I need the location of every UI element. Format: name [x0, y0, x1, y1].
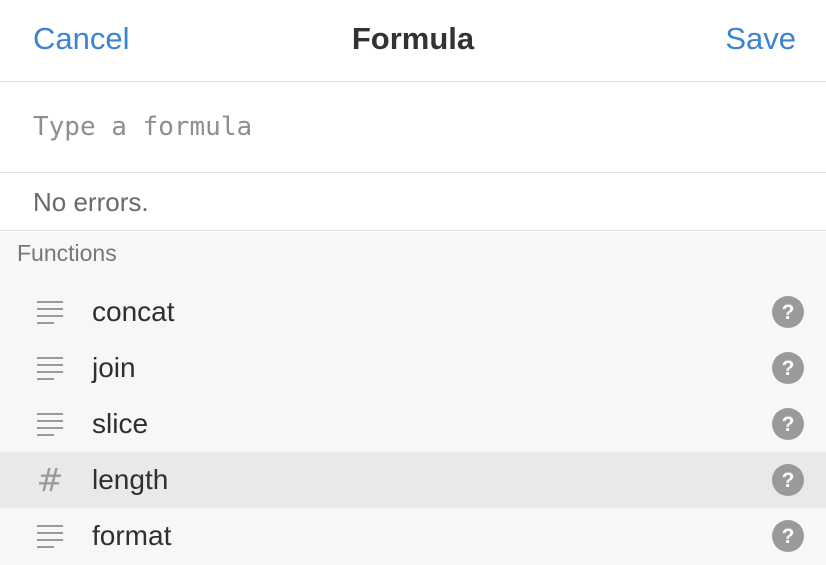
number-hash-icon: #: [36, 461, 64, 499]
cancel-button[interactable]: Cancel: [33, 21, 130, 57]
function-row-format[interactable]: format?: [0, 508, 826, 564]
save-button[interactable]: Save: [725, 21, 796, 57]
text-lines-icon: [36, 410, 64, 438]
svg-text:?: ?: [782, 525, 795, 548]
function-name: concat: [92, 296, 175, 327]
formula-editor: [0, 83, 826, 173]
function-name: join: [92, 352, 136, 383]
svg-text:?: ?: [782, 413, 795, 436]
function-row-slice[interactable]: slice?: [0, 396, 826, 452]
help-icon[interactable]: ?: [772, 352, 804, 384]
help-icon[interactable]: ?: [772, 296, 804, 328]
status-bar: No errors.: [0, 174, 826, 231]
text-lines-icon: [36, 354, 64, 382]
function-name: slice: [92, 408, 149, 439]
function-row-join[interactable]: join?: [0, 340, 826, 396]
svg-text:?: ?: [782, 357, 795, 380]
function-row-concat[interactable]: concat?: [0, 284, 826, 340]
section-title: Functions: [17, 240, 117, 266]
status-text: No errors.: [33, 187, 149, 217]
navigation-bar: Cancel Formula Save: [0, 0, 826, 82]
functions-panel: Functions concat? join? slice? # length? form…: [0, 232, 826, 565]
function-name: format: [92, 520, 172, 551]
function-list: concat? join? slice? # length? format?: [0, 284, 826, 564]
help-icon[interactable]: ?: [772, 520, 804, 552]
function-row-length[interactable]: # length?: [0, 452, 826, 508]
help-icon[interactable]: ?: [772, 464, 804, 496]
function-name: length: [92, 464, 169, 495]
text-lines-icon: [36, 298, 64, 326]
svg-text:?: ?: [782, 301, 795, 324]
formula-input[interactable]: [33, 107, 793, 147]
help-icon[interactable]: ?: [772, 408, 804, 440]
svg-text:?: ?: [782, 469, 795, 492]
text-lines-icon: [36, 522, 64, 550]
